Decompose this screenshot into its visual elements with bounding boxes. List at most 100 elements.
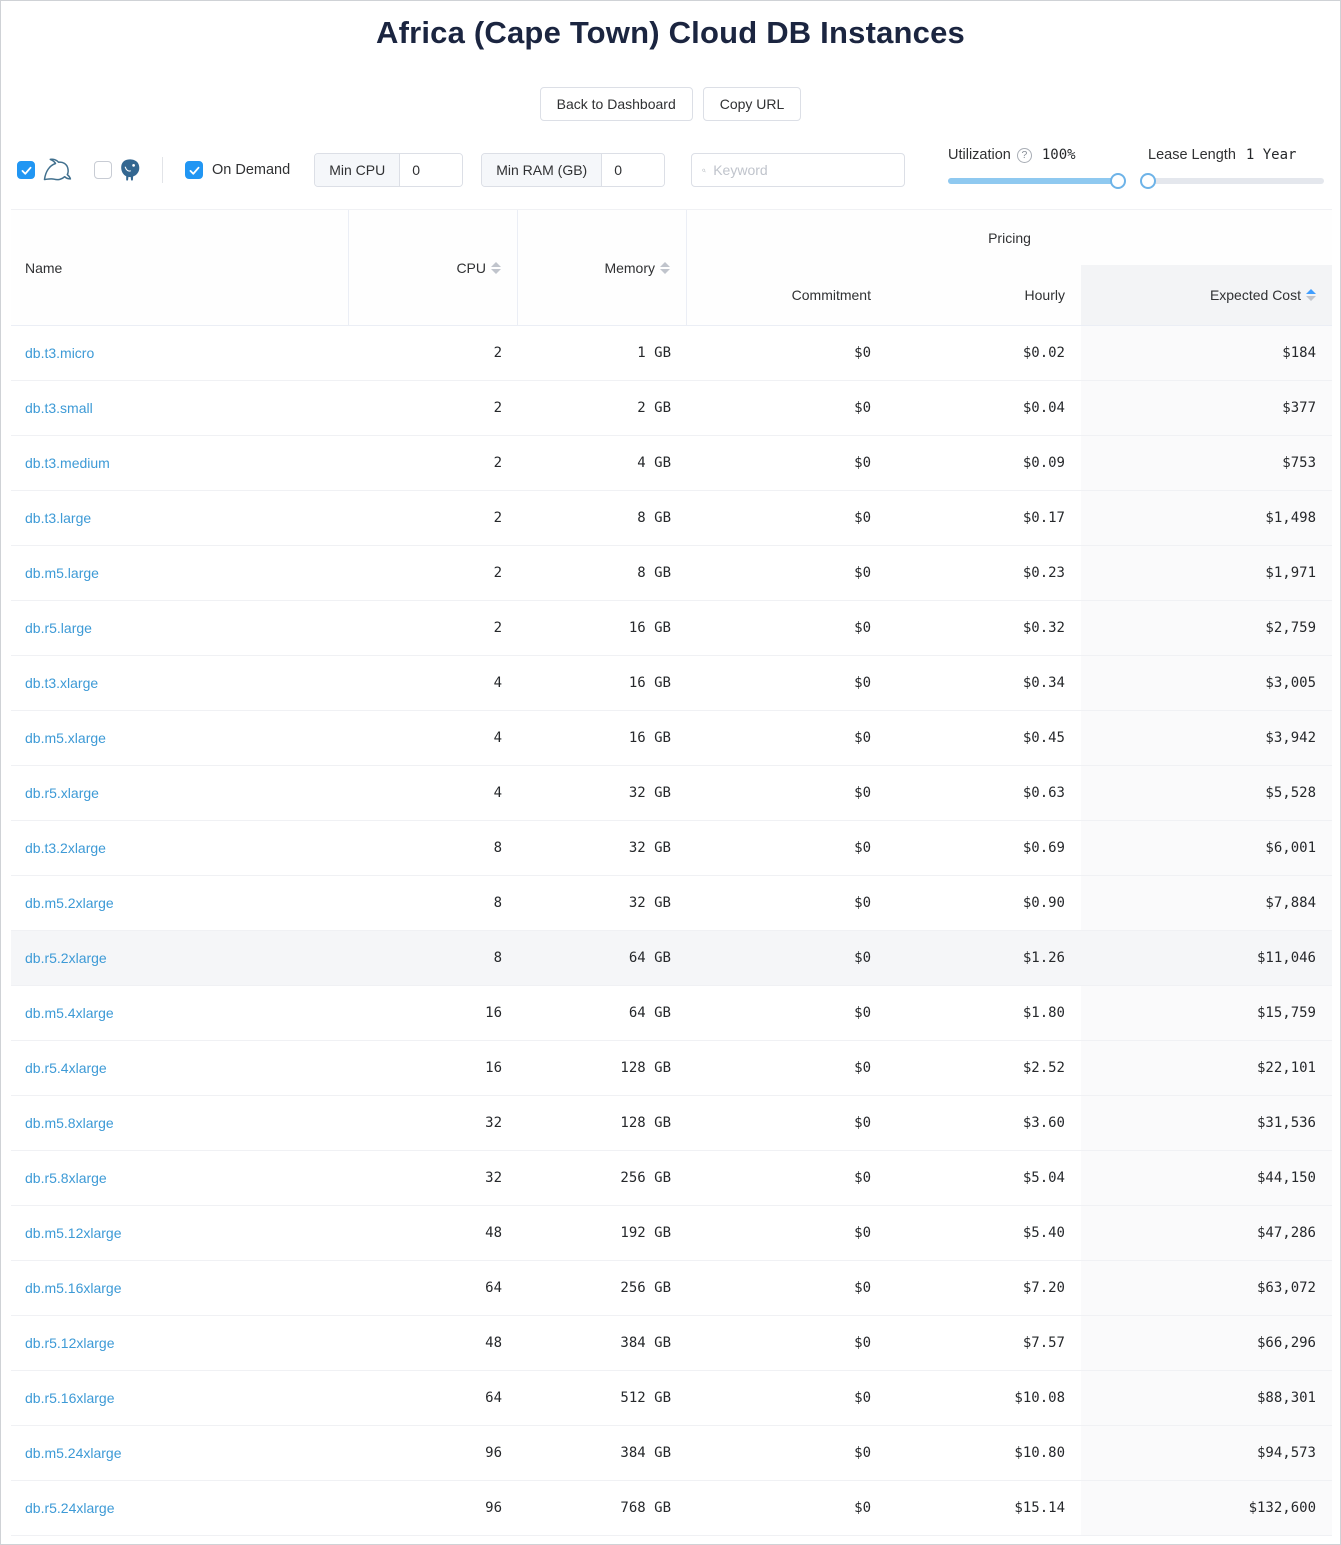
memory-cell: 128 GB — [518, 1041, 687, 1095]
instance-link[interactable]: db.t3.micro — [25, 345, 94, 361]
expected-cost-cell: $753 — [1081, 436, 1332, 490]
expected-cost-cell: $6,001 — [1081, 821, 1332, 875]
sort-carets-icon[interactable] — [660, 262, 670, 274]
table-row[interactable]: db.m5.xlarge 4 16 GB $0 $0.45 $3,942 — [11, 711, 1332, 766]
slider-handle[interactable] — [1140, 173, 1156, 189]
instance-link[interactable]: db.m5.8xlarge — [25, 1115, 114, 1131]
postgresql-elephant-icon — [119, 158, 142, 182]
instance-link[interactable]: db.r5.16xlarge — [25, 1390, 115, 1406]
keyword-input[interactable] — [713, 162, 894, 178]
instance-link[interactable]: db.r5.8xlarge — [25, 1170, 107, 1186]
table-row[interactable]: db.m5.12xlarge 48 192 GB $0 $5.40 $47,28… — [11, 1206, 1332, 1261]
commitment-cell: $0 — [687, 326, 887, 380]
table-row[interactable]: db.t3.2xlarge 8 32 GB $0 $0.69 $6,001 — [11, 821, 1332, 876]
memory-cell: 256 GB — [518, 1261, 687, 1315]
back-to-dashboard-button[interactable]: Back to Dashboard — [540, 87, 693, 121]
help-icon[interactable]: ? — [1017, 148, 1032, 163]
table-row[interactable]: db.m5.2xlarge 8 32 GB $0 $0.90 $7,884 — [11, 876, 1332, 931]
cpu-cell: 16 — [349, 986, 518, 1040]
table-row[interactable]: db.t3.small 2 2 GB $0 $0.04 $377 — [11, 381, 1332, 436]
table-row[interactable]: db.r5.16xlarge 64 512 GB $0 $10.08 $88,3… — [11, 1371, 1332, 1426]
table-row[interactable]: db.r5.8xlarge 32 256 GB $0 $5.04 $44,150 — [11, 1151, 1332, 1206]
hourly-cell: $0.04 — [887, 381, 1081, 435]
min-cpu-input[interactable] — [400, 154, 462, 186]
memory-cell: 256 GB — [518, 1151, 687, 1205]
instance-link[interactable]: db.r5.large — [25, 620, 92, 636]
hourly-cell: $5.04 — [887, 1151, 1081, 1205]
utilization-label: Utilization — [948, 147, 1011, 163]
table-row[interactable]: db.t3.xlarge 4 16 GB $0 $0.34 $3,005 — [11, 656, 1332, 711]
instance-link[interactable]: db.m5.2xlarge — [25, 895, 114, 911]
table-row[interactable]: db.m5.4xlarge 16 64 GB $0 $1.80 $15,759 — [11, 986, 1332, 1041]
min-ram-input[interactable] — [602, 154, 664, 186]
memory-cell: 8 GB — [518, 546, 687, 600]
cpu-cell: 16 — [349, 1041, 518, 1095]
column-header-expected-cost[interactable]: Expected Cost — [1081, 265, 1332, 325]
instance-link[interactable]: db.t3.2xlarge — [25, 840, 106, 856]
copy-url-button[interactable]: Copy URL — [703, 87, 802, 121]
instance-link[interactable]: db.m5.xlarge — [25, 730, 106, 746]
column-header-memory[interactable]: Memory — [518, 210, 687, 325]
table-row[interactable]: db.m5.large 2 8 GB $0 $0.23 $1,971 — [11, 546, 1332, 601]
engine-filters: On Demand Min CPU Min RAM (GB) — [17, 153, 905, 187]
table-row[interactable]: db.r5.large 2 16 GB $0 $0.32 $2,759 — [11, 601, 1332, 656]
lease-length-slider[interactable] — [1148, 178, 1324, 184]
slider-handle[interactable] — [1110, 173, 1126, 189]
mysql-checkbox[interactable] — [17, 161, 35, 179]
instance-link[interactable]: db.r5.2xlarge — [25, 950, 107, 966]
memory-cell: 384 GB — [518, 1316, 687, 1370]
cpu-cell: 2 — [349, 436, 518, 490]
table-row[interactable]: db.t3.medium 2 4 GB $0 $0.09 $753 — [11, 436, 1332, 491]
table-row[interactable]: db.t3.large 2 8 GB $0 $0.17 $1,498 — [11, 491, 1332, 546]
commitment-cell: $0 — [687, 1261, 887, 1315]
instance-link[interactable]: db.r5.24xlarge — [25, 1500, 115, 1516]
instance-link[interactable]: db.r5.xlarge — [25, 785, 99, 801]
instance-link[interactable]: db.t3.xlarge — [25, 675, 98, 691]
column-header-hourly[interactable]: Hourly — [887, 265, 1081, 325]
instance-link[interactable]: db.r5.4xlarge — [25, 1060, 107, 1076]
hourly-cell: $0.69 — [887, 821, 1081, 875]
instance-link[interactable]: db.m5.12xlarge — [25, 1225, 122, 1241]
instance-link[interactable]: db.r5.12xlarge — [25, 1335, 115, 1351]
utilization-slider[interactable] — [948, 178, 1118, 184]
instance-link[interactable]: db.m5.4xlarge — [25, 1005, 114, 1021]
table-row[interactable]: db.m5.24xlarge 96 384 GB $0 $10.80 $94,5… — [11, 1426, 1332, 1481]
cpu-cell: 2 — [349, 326, 518, 380]
on-demand-checkbox[interactable] — [185, 161, 203, 179]
column-group-pricing: Pricing — [687, 210, 1332, 265]
instance-link[interactable]: db.m5.16xlarge — [25, 1280, 122, 1296]
instance-link[interactable]: db.t3.medium — [25, 455, 110, 471]
expected-cost-cell: $132,600 — [1081, 1481, 1332, 1535]
hourly-cell: $10.08 — [887, 1371, 1081, 1425]
sort-carets-icon[interactable] — [1306, 289, 1316, 301]
table-row[interactable]: db.r5.24xlarge 96 768 GB $0 $15.14 $132,… — [11, 1481, 1332, 1536]
table-row[interactable]: db.r5.4xlarge 16 128 GB $0 $2.52 $22,101 — [11, 1041, 1332, 1096]
table-row[interactable]: db.r5.2xlarge 8 64 GB $0 $1.26 $11,046 — [11, 931, 1332, 986]
column-header-commitment[interactable]: Commitment — [687, 265, 887, 325]
utilization-value: 100% — [1042, 147, 1076, 163]
table-row[interactable]: db.m5.16xlarge 64 256 GB $0 $7.20 $63,07… — [11, 1261, 1332, 1316]
instance-link[interactable]: db.t3.large — [25, 510, 91, 526]
memory-cell: 8 GB — [518, 491, 687, 545]
page-title: Africa (Cape Town) Cloud DB Instances — [1, 15, 1340, 51]
table-row[interactable]: db.t3.micro 2 1 GB $0 $0.02 $184 — [11, 326, 1332, 381]
memory-cell: 1 GB — [518, 326, 687, 380]
sort-carets-icon[interactable] — [491, 262, 501, 274]
table-row[interactable]: db.r5.12xlarge 48 384 GB $0 $7.57 $66,29… — [11, 1316, 1332, 1371]
instance-link[interactable]: db.m5.24xlarge — [25, 1445, 122, 1461]
hourly-cell: $0.02 — [887, 326, 1081, 380]
lease-length-value: 1 Year — [1246, 147, 1297, 163]
memory-cell: 16 GB — [518, 656, 687, 710]
table-row[interactable]: db.r5.xlarge 4 32 GB $0 $0.63 $5,528 — [11, 766, 1332, 821]
column-header-cpu[interactable]: CPU — [349, 210, 518, 325]
column-header-name[interactable]: Name — [11, 210, 349, 325]
lease-length-label: Lease Length — [1148, 147, 1236, 163]
memory-cell: 32 GB — [518, 876, 687, 930]
hourly-cell: $0.23 — [887, 546, 1081, 600]
expected-cost-cell: $31,536 — [1081, 1096, 1332, 1150]
table-row[interactable]: db.m5.8xlarge 32 128 GB $0 $3.60 $31,536 — [11, 1096, 1332, 1151]
on-demand-label: On Demand — [212, 162, 290, 178]
instance-link[interactable]: db.m5.large — [25, 565, 99, 581]
postgresql-checkbox[interactable] — [94, 161, 112, 179]
instance-link[interactable]: db.t3.small — [25, 400, 93, 416]
